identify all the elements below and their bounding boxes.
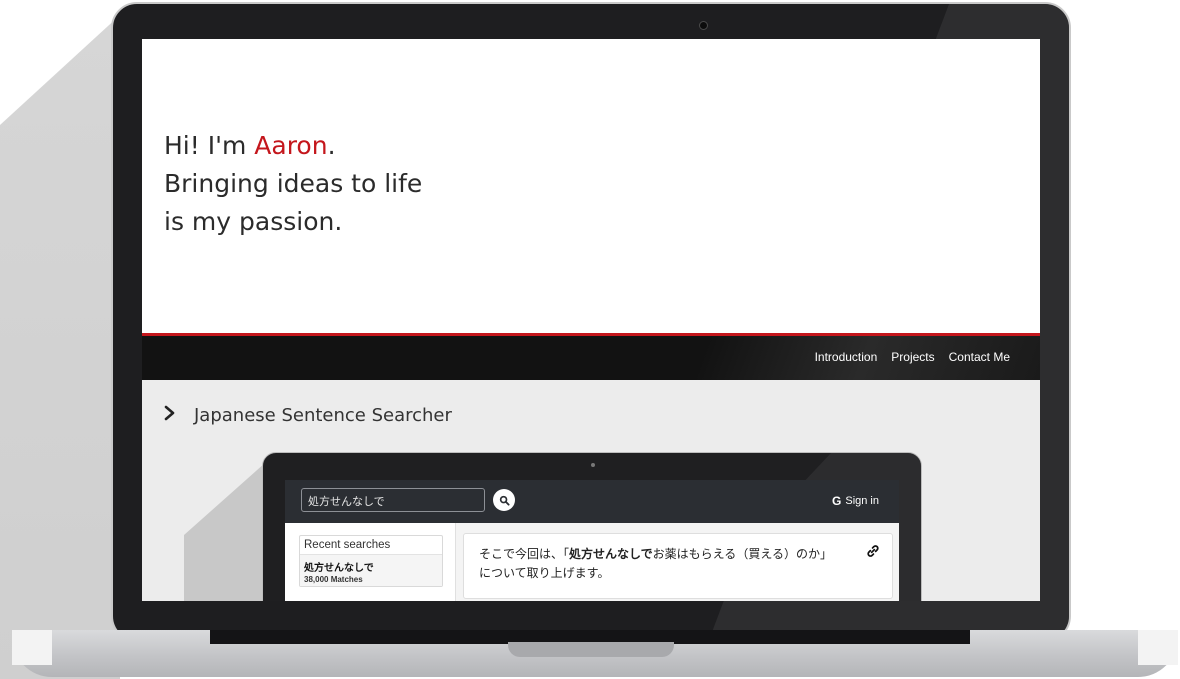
base-right-cap bbox=[1138, 630, 1178, 665]
recent-searches-panel: Recent searches 処方せんなしで 38,000 Matches bbox=[299, 535, 443, 587]
recent-search-count: 38,000 Matches bbox=[304, 575, 363, 584]
result-line-2: について取り上げます。 bbox=[479, 566, 610, 580]
project-header[interactable]: Japanese Sentence Searcher bbox=[164, 405, 452, 426]
base-left-cap bbox=[12, 630, 52, 665]
sign-in-label: Sign in bbox=[845, 495, 879, 507]
inner-mockup-shadow bbox=[184, 455, 274, 601]
sign-in-button[interactable]: G Sign in bbox=[832, 494, 879, 508]
mockup-shadow bbox=[0, 15, 120, 679]
hero-section: Hi! I'm Aaron. Bringing ideas to life is… bbox=[142, 39, 1040, 333]
project-preview-screen: 処方せんなしで G Sign in Recent searches 処方せんなし… bbox=[285, 480, 899, 601]
project-preview-laptop[interactable]: 処方せんなしで G Sign in Recent searches 処方せんなし… bbox=[262, 452, 922, 601]
nav-projects[interactable]: Projects bbox=[891, 350, 934, 364]
result-prefix: そこで今回は、「 bbox=[479, 547, 570, 561]
search-icon bbox=[499, 495, 510, 506]
laptop-notch bbox=[508, 642, 674, 657]
greeting-prefix: Hi! I'm bbox=[164, 131, 255, 160]
website-screen: Hi! I'm Aaron. Bringing ideas to life is… bbox=[142, 39, 1040, 601]
search-input[interactable]: 処方せんなしで bbox=[301, 488, 485, 512]
chevron-right-icon[interactable] bbox=[164, 405, 176, 426]
search-button[interactable] bbox=[493, 489, 515, 511]
recent-searches-heading: Recent searches bbox=[300, 536, 442, 555]
app-header: 処方せんなしで G Sign in bbox=[285, 480, 899, 523]
inner-webcam-icon bbox=[591, 463, 595, 467]
result-sentence: そこで今回は、「処方せんなしでお薬はもらえる（買える）のか」 について取り上げま… bbox=[479, 545, 859, 583]
hero-line-2: Bringing ideas to life bbox=[164, 169, 423, 198]
greeting-suffix: . bbox=[327, 131, 336, 160]
hero-line-3: is my passion. bbox=[164, 207, 343, 236]
google-icon: G bbox=[832, 494, 842, 508]
link-icon[interactable] bbox=[866, 544, 880, 563]
recent-search-item[interactable]: 処方せんなしで 38,000 Matches bbox=[300, 555, 442, 586]
nav-links: Introduction Projects Contact Me bbox=[815, 350, 1010, 364]
result-highlight: 処方せんなしで bbox=[569, 547, 653, 561]
project-title: Japanese Sentence Searcher bbox=[194, 405, 452, 426]
recent-search-term: 処方せんなしで bbox=[304, 563, 374, 574]
nav-contact-me[interactable]: Contact Me bbox=[949, 350, 1010, 364]
projects-section: Japanese Sentence Searcher 処方せんなしで G Sig… bbox=[142, 380, 1040, 601]
hero-greeting: Hi! I'm Aaron. bbox=[164, 129, 336, 163]
webcam-icon bbox=[699, 21, 708, 30]
hero-name: Aaron bbox=[254, 131, 328, 160]
sidebar: Recent searches 処方せんなしで 38,000 Matches bbox=[285, 523, 456, 601]
result-rest: お薬はもらえる（買える）のか」 bbox=[652, 547, 832, 561]
nav-introduction[interactable]: Introduction bbox=[815, 350, 878, 364]
top-nav: Introduction Projects Contact Me bbox=[142, 336, 1040, 380]
result-card: そこで今回は、「処方せんなしでお薬はもらえる（買える）のか」 について取り上げま… bbox=[463, 533, 893, 599]
